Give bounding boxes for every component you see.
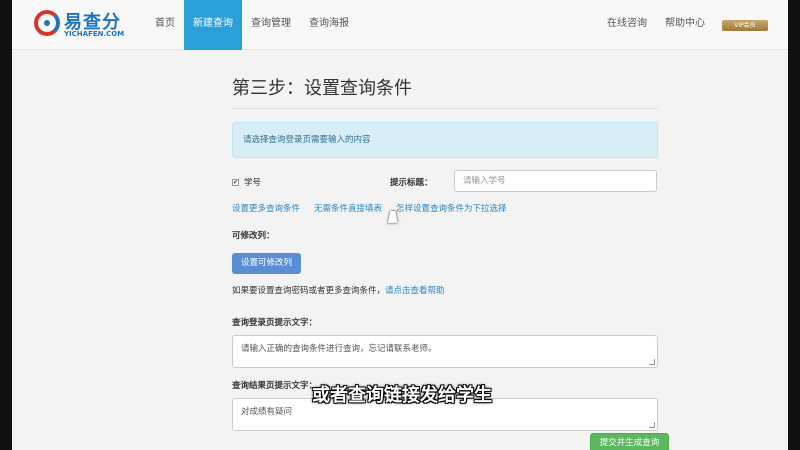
- browser-viewport: 易查分 YICHAFEN.COM 首页 新建查询 查询管理 查询海报 在线咨询 …: [12, 0, 788, 450]
- no-condition-link[interactable]: 无需条件直接填表: [314, 202, 382, 214]
- logo-icon: [34, 10, 60, 36]
- help-line: 如果要设置查询密码或者更多查询条件，请点击查看帮助: [232, 284, 658, 296]
- nav-new-query[interactable]: 新建查询: [184, 0, 242, 50]
- dropdown-condition-link[interactable]: 怎样设置查询条件为下拉选择: [396, 202, 507, 214]
- condition-row: ✔ 学号 提示标题： 请输入学号: [232, 170, 658, 196]
- vip-badge[interactable]: VIP会员: [722, 19, 768, 31]
- hint-title-label: 提示标题：: [390, 178, 433, 188]
- login-tip-textarea[interactable]: 请输入正确的查询条件进行查询，忘记请联系老师。: [232, 335, 658, 368]
- student-id-label: 学号: [244, 178, 262, 188]
- video-subtitle: 或者查询链接发给学生: [312, 385, 492, 406]
- login-tip-label: 查询登录页提示文字：: [232, 318, 318, 328]
- nav-query-manage[interactable]: 查询管理: [242, 0, 300, 50]
- result-tip-text: 对成绩有疑问: [241, 407, 293, 417]
- site-logo[interactable]: 易查分 YICHAFEN.COM: [34, 8, 134, 42]
- hint-title-input[interactable]: 请输入学号: [454, 170, 657, 192]
- submit-generate-button[interactable]: 提交并生成查询: [590, 433, 669, 450]
- login-tip-text: 请输入正确的查询条件进行查询，忘记请联系老师。: [241, 344, 437, 354]
- editable-columns-label: 可修改列：: [232, 231, 275, 241]
- condition-links: 设置更多查询条件 无需条件直接填表 怎样设置查询条件为下拉选择: [232, 202, 658, 214]
- nav-home[interactable]: 首页: [146, 0, 184, 50]
- help-text: 如果要设置查询密码或者更多查询条件，: [232, 286, 386, 296]
- resize-grip-icon[interactable]: [649, 359, 655, 365]
- nav-online-consult[interactable]: 在线咨询: [598, 0, 656, 50]
- main-nav: 首页 新建查询 查询管理 查询海报: [146, 0, 358, 50]
- logo-domain: YICHAFEN.COM: [64, 30, 125, 38]
- set-editable-columns-button[interactable]: 设置可修改列: [232, 253, 301, 274]
- nav-help-center[interactable]: 帮助中心: [656, 0, 714, 50]
- page-title: 第三步：设置查询条件: [232, 60, 658, 109]
- info-alert: 请选择查询登录页需要输入的内容: [232, 122, 658, 158]
- nav-query-poster[interactable]: 查询海报: [300, 0, 358, 50]
- query-settings-form: 第三步：设置查询条件 请选择查询登录页需要输入的内容 ✔ 学号 提示标题： 请输…: [232, 60, 669, 450]
- right-nav: 在线咨询 帮助中心 VIP会员: [598, 0, 788, 50]
- student-id-checkbox[interactable]: ✔: [232, 179, 239, 186]
- more-conditions-link[interactable]: 设置更多查询条件: [232, 202, 300, 214]
- resize-grip-icon[interactable]: [649, 422, 655, 428]
- help-link[interactable]: 请点击查看帮助: [385, 286, 445, 296]
- top-navbar: 易查分 YICHAFEN.COM 首页 新建查询 查询管理 查询海报 在线咨询 …: [12, 0, 788, 50]
